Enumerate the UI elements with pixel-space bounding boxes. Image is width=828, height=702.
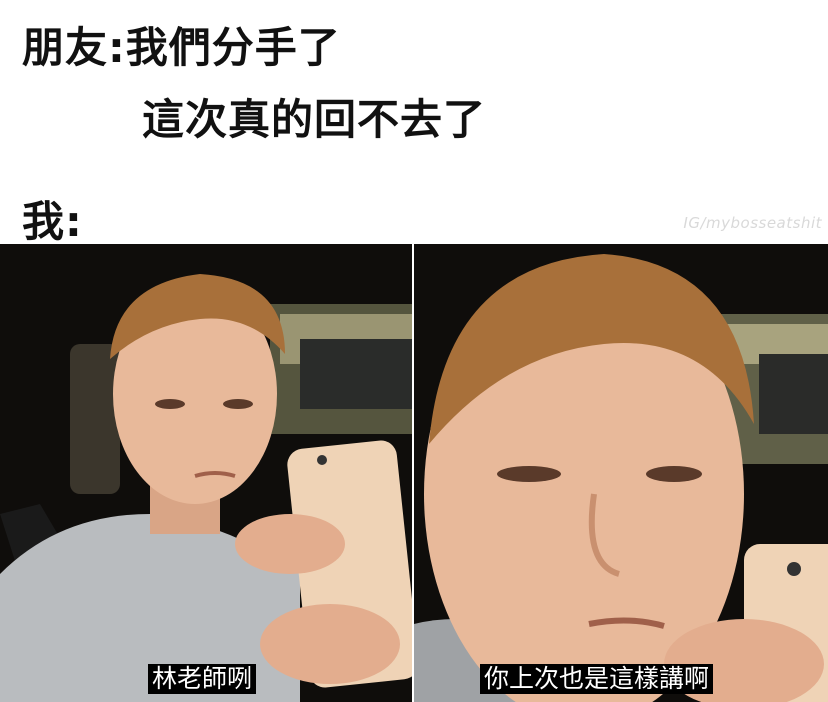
left-photo-panel — [0, 244, 412, 702]
subtitle-left: 林老師咧 — [148, 664, 257, 694]
subtitle-right: 你上次也是這樣講啊 — [480, 664, 714, 694]
watermark: IG/mybosseatshit — [683, 214, 822, 232]
caption-line-1: 朋友:我們分手了 — [22, 23, 341, 72]
right-photo-illustration — [414, 244, 828, 702]
caption-line-2: 這次真的回不去了 — [142, 95, 487, 144]
right-photo-panel — [414, 244, 828, 702]
caption-line-3: 我: — [22, 197, 83, 246]
left-photo-illustration — [0, 244, 412, 702]
